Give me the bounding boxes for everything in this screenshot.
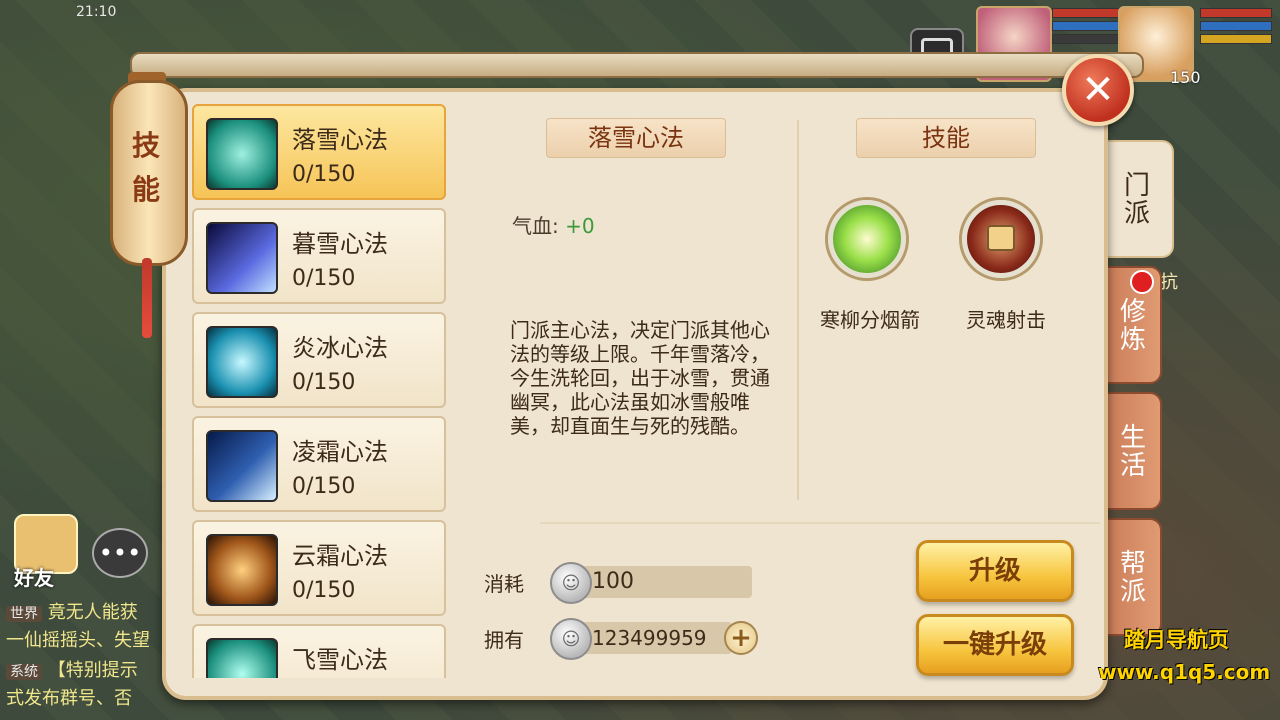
skill-level: 0/150 <box>292 370 356 395</box>
skill-level: 0/150 <box>292 162 356 187</box>
watermark-url: www.q1q5.com <box>1098 660 1271 684</box>
skill-level: 0/150 <box>292 266 356 291</box>
status-bar-time: 21:10 <box>76 4 117 20</box>
silver-coin-icon: ☺ <box>550 618 592 660</box>
skill-icon <box>206 430 278 502</box>
skills-title: 技能 <box>856 118 1036 158</box>
chat-line: 系统 【特别提示 <box>6 656 138 682</box>
skill-orb-name: 寒柳分烟箭 <box>820 308 920 332</box>
chat-line: 式发布群号、否 <box>6 684 132 710</box>
attribute-value: +0 <box>565 214 595 238</box>
skill-list-item[interactable]: 落雪心法 0/150 <box>192 104 446 200</box>
silver-coin-icon: ☺ <box>550 562 592 604</box>
section-divider <box>540 522 1100 524</box>
tab-label: 帮派 <box>1115 549 1146 605</box>
cost-value: 100 <box>592 569 634 594</box>
skill-orb-arrow-icon[interactable] <box>828 200 906 278</box>
attribute-label: 气血: <box>512 214 559 238</box>
player-status-bars <box>1200 8 1272 47</box>
skill-list-item[interactable]: 飞雪心法 <box>192 624 446 678</box>
watermark-title: 踏月导航页 <box>1124 628 1229 652</box>
skill-orb-name: 灵魂射击 <box>966 308 1046 332</box>
skill-icon <box>206 118 278 190</box>
skill-list: 落雪心法 0/150 暮雪心法 0/150 炎冰心法 0/150 凌霜心法 0/… <box>192 104 450 678</box>
cost-label: 消耗 <box>484 572 524 596</box>
tab-label: 修炼 <box>1115 297 1146 353</box>
close-button[interactable]: ✕ <box>1062 54 1134 126</box>
chat-line: 一仙摇摇头、失望 <box>6 626 150 652</box>
upgrade-all-button[interactable]: 一键升级 <box>916 614 1074 676</box>
notification-dot <box>1130 270 1154 294</box>
tab-label: 生活 <box>1115 423 1146 479</box>
own-label: 拥有 <box>484 628 524 652</box>
companion-status-bars <box>1052 8 1124 47</box>
skill-list-item[interactable]: 暮雪心法 0/150 <box>192 208 446 304</box>
chat-text: 【特别提示 <box>47 660 138 681</box>
own-value: 123499959 <box>592 626 707 650</box>
skill-icon <box>206 638 278 678</box>
skill-level: 0/150 <box>292 578 356 603</box>
panel-top-rail <box>130 52 1144 78</box>
tab-guild[interactable]: 帮派 <box>1100 518 1162 636</box>
chat-tag: 系统 <box>6 664 42 680</box>
skill-description: 门派主心法，决定门派其他心法的等级上限。千年雪落冷，今生洗轮回，出于冰雪，贯通幽… <box>510 318 770 438</box>
attribute-line: 气血: +0 <box>512 210 595 239</box>
tab-label: 门派 <box>1119 171 1150 227</box>
close-icon: ✕ <box>1081 67 1115 113</box>
chat-text: 竟无人能获 <box>47 602 138 623</box>
upgrade-button[interactable]: 升级 <box>916 540 1074 602</box>
skill-name: 落雪心法 <box>292 126 388 154</box>
skill-icon <box>206 222 278 294</box>
chat-tag: 世界 <box>6 606 42 622</box>
skill-list-item[interactable]: 云霜心法 0/150 <box>192 520 446 616</box>
chat-text: 式发布群号、否 <box>6 688 132 709</box>
add-currency-button[interactable]: + <box>724 621 758 655</box>
skill-name: 凌霜心法 <box>292 438 388 466</box>
skill-icon <box>206 326 278 398</box>
cost-value-bar: 100 <box>572 566 752 598</box>
skill-name: 飞雪心法 <box>292 646 388 674</box>
skill-list-item[interactable]: 炎冰心法 0/150 <box>192 312 446 408</box>
skill-list-item[interactable]: 凌霜心法 0/150 <box>192 416 446 512</box>
player-level: 150 <box>1170 68 1201 87</box>
chat-text: 一仙摇摇头、失望 <box>6 630 150 651</box>
skill-name: 暮雪心法 <box>292 230 388 258</box>
own-value-bar: 123499959 <box>572 622 732 654</box>
skill-name: 云霜心法 <box>292 542 388 570</box>
skill-name: 炎冰心法 <box>292 334 388 362</box>
chat-bubble-icon[interactable]: ••• <box>92 528 148 578</box>
panel-title: 技能 <box>131 129 160 206</box>
side-hint: 抗 <box>1160 272 1178 293</box>
skill-icon <box>206 534 278 606</box>
skill-orb-locked[interactable] <box>962 200 1040 278</box>
lock-icon <box>987 225 1015 251</box>
skill-level: 0/150 <box>292 474 356 499</box>
lantern-tassel <box>142 258 152 338</box>
detail-title: 落雪心法 <box>546 118 726 158</box>
tab-life[interactable]: 生活 <box>1100 392 1162 510</box>
friend-label[interactable]: 好友 <box>14 562 54 591</box>
chat-line: 世界 竟无人能获 <box>6 598 138 624</box>
column-divider <box>797 120 799 500</box>
